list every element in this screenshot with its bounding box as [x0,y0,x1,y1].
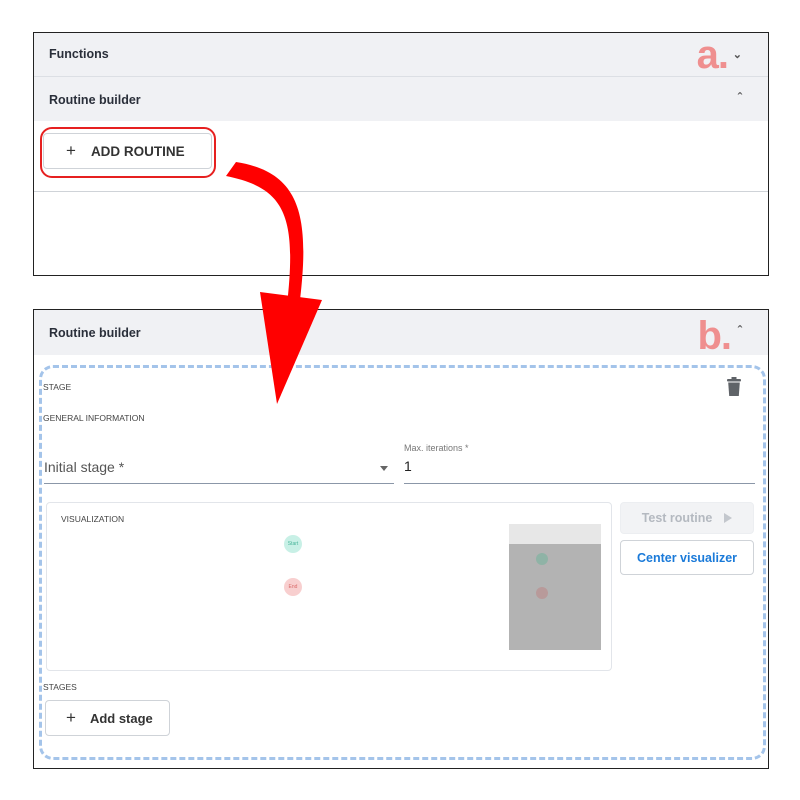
minimap[interactable] [509,524,601,650]
functions-title: Functions [49,47,109,61]
stages-label: STAGES [43,682,77,692]
routine-builder-title-b: Routine builder [49,326,141,340]
start-node[interactable]: Start [284,535,302,553]
label-b: b. [697,314,732,358]
end-node[interactable]: End [284,578,302,596]
play-icon [724,513,733,523]
routine-builder-header[interactable]: Routine builder ˆ [34,77,768,121]
stage-label: STAGE [43,382,72,392]
add-routine-highlight [40,127,216,178]
test-routine-button[interactable]: Test routine [620,502,754,534]
plus-icon: + [66,708,76,727]
max-iterations-underline [404,483,755,484]
visualization-label: VISUALIZATION [61,514,125,524]
add-stage-button[interactable]: + Add stage [45,700,170,736]
minimap-header [509,524,601,544]
section-divider [34,191,768,192]
center-visualizer-label: Center visualizer [636,550,738,565]
dropdown-arrow-icon [380,466,388,471]
panel-b: Routine builder b. ˆ STAGE GENERAL INFOR… [33,309,769,769]
start-node-label: Start [287,541,299,547]
routine-builder-title: Routine builder [49,93,141,107]
chevron-down-icon[interactable]: ⌄ [733,48,742,61]
max-iterations-label: Max. iterations * [404,443,469,453]
chevron-up-icon[interactable]: ˆ [738,90,742,105]
test-routine-label: Test routine [641,511,713,525]
end-node-label: End [288,584,298,590]
max-iterations-input[interactable]: 1 [404,458,412,474]
minimap-end-node [536,587,548,599]
add-stage-label: Add stage [89,710,153,726]
panel-a: Functions a. ⌄ Routine builder ˆ + ADD R… [33,32,769,276]
initial-stage-underline [44,483,394,484]
initial-stage-placeholder: Initial stage * [44,459,125,475]
initial-stage-select[interactable]: Initial stage * [44,455,394,483]
label-a: a. [696,33,729,77]
visualization-panel[interactable]: VISUALIZATION Start End [46,502,612,671]
minimap-start-node [536,553,548,565]
general-info-label: GENERAL INFORMATION [43,413,145,423]
chevron-up-icon[interactable]: ˆ [738,323,742,338]
trash-icon[interactable] [727,377,741,397]
functions-header[interactable]: Functions a. ⌄ [34,33,768,77]
routine-builder-header-b[interactable]: Routine builder b. ˆ [34,310,768,358]
center-visualizer-button[interactable]: Center visualizer [620,540,754,575]
